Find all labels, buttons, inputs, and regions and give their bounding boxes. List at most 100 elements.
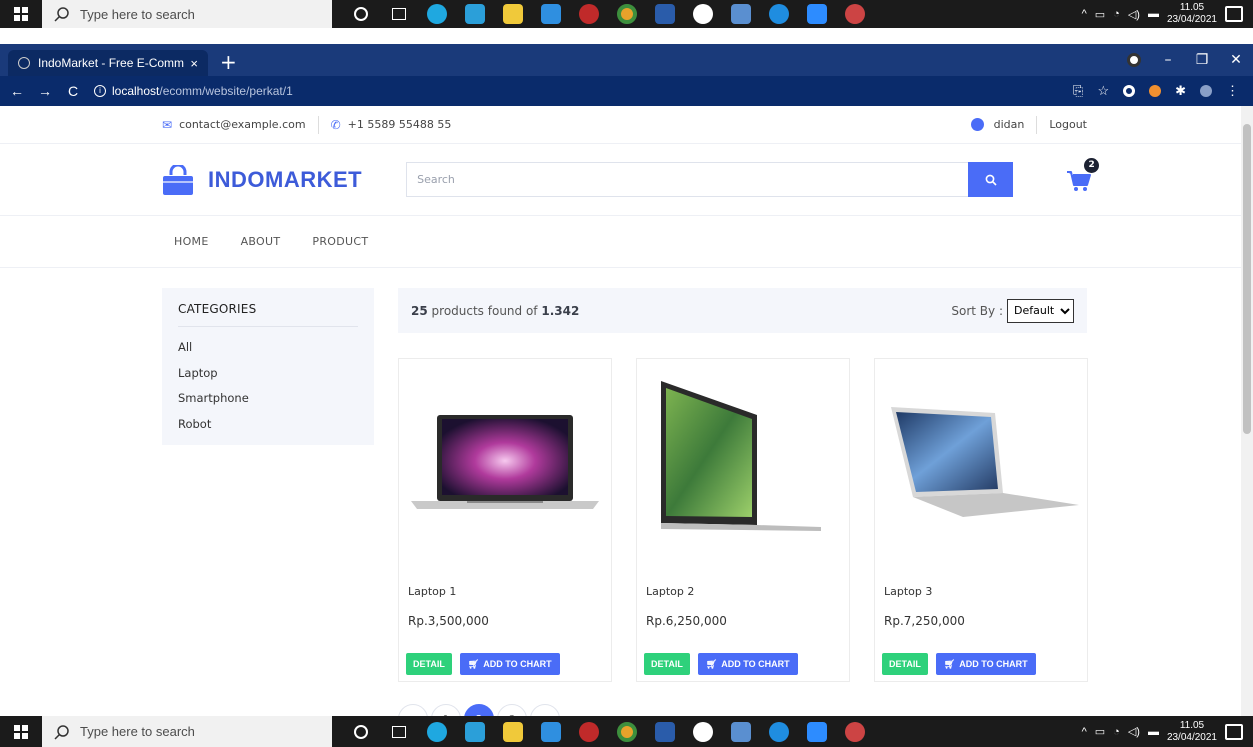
product-image[interactable] [407,375,603,550]
restore-button[interactable]: ❐ [1185,44,1219,76]
scrollbar-thumb[interactable] [1243,124,1251,434]
taskbar-search[interactable]: Type here to search [42,716,332,747]
snipping-tool-icon[interactable] [841,0,869,28]
taskbar-search[interactable]: Type here to search [42,0,332,28]
address-bar[interactable]: i localhost/ecomm/website/perkat/1 [94,84,293,98]
username[interactable]: didan [994,118,1025,131]
add-to-cart-button[interactable]: 🛒︎ ADD TO CHART [697,653,798,675]
vscode-icon[interactable] [537,718,565,746]
taskbar-clock[interactable]: 11.05 23/04/2021 [1167,720,1217,744]
file-explorer-icon[interactable] [499,0,527,28]
pagination-page[interactable]: 3 [497,704,527,716]
app-red-icon[interactable] [575,718,603,746]
site-info-icon[interactable]: i [94,85,106,97]
pagination-next[interactable]: › [530,704,560,716]
product-name[interactable]: Laptop 3 [884,585,932,598]
tab-close-button[interactable]: × [190,56,198,71]
menu-item-product[interactable]: PRODUCT [312,235,368,248]
tray-battery-icon[interactable]: ▭ [1095,725,1105,738]
start-button[interactable] [0,716,42,747]
menu-item-about[interactable]: ABOUT [241,235,281,248]
forward-icon[interactable]: → [34,83,56,99]
cortana-icon[interactable] [347,718,375,746]
site-logo[interactable]: INDOMARKET [162,164,362,195]
new-tab-button[interactable]: + [220,50,237,76]
pagination-page[interactable]: 1 [431,704,461,716]
word-icon[interactable] [651,0,679,28]
category-item-all[interactable]: All [178,335,358,361]
notification-icon[interactable] [1225,6,1243,22]
app-blue-icon[interactable] [765,718,793,746]
category-item-laptop[interactable]: Laptop [178,361,358,387]
tray-volume-icon[interactable]: ◁) [1128,8,1140,21]
tray-chevron-icon[interactable]: ^ [1082,726,1087,738]
page-scrollbar[interactable] [1241,106,1253,716]
file-explorer-icon[interactable] [499,718,527,746]
menu-item-home[interactable]: HOME [174,235,209,248]
contact-phone[interactable]: +1 5589 55488 55 [348,118,452,131]
reload-icon[interactable]: C [62,83,84,99]
mail-icon[interactable] [461,0,489,28]
extensions-puzzle-icon[interactable]: ✱ [1175,83,1186,99]
category-item-robot[interactable]: Robot [178,412,358,438]
product-name[interactable]: Laptop 2 [646,585,694,598]
app-white-icon[interactable] [689,0,717,28]
detail-button[interactable]: DETAIL [644,653,690,675]
add-to-cart-button[interactable]: 🛒︎ ADD TO CHART [459,653,560,675]
category-item-smartphone[interactable]: Smartphone [178,386,358,412]
logout-link[interactable]: Logout [1049,118,1087,131]
app-blue-icon[interactable] [765,0,793,28]
tray-keyboard-icon[interactable]: ▬ [1148,726,1159,738]
detail-button[interactable]: DETAIL [882,653,928,675]
product-image[interactable] [883,375,1079,550]
extension-icon[interactable] [1123,85,1136,97]
sort-select[interactable]: Default [1007,298,1074,323]
app-notes-icon[interactable] [727,0,755,28]
profile-icon[interactable] [1117,44,1151,76]
taskbar-clock[interactable]: 11.05 23/04/2021 [1167,2,1217,26]
browser-tab[interactable]: IndoMarket - Free E-Commerce \ × [8,50,208,76]
mail-icon[interactable] [461,718,489,746]
edge-icon[interactable] [423,718,451,746]
snipping-tool-icon[interactable] [841,718,869,746]
extension-orange-icon[interactable] [1149,85,1162,97]
chrome-icon[interactable] [613,0,641,28]
app-white-icon[interactable] [689,718,717,746]
pagination-page-active[interactable]: 2 [464,704,494,716]
notification-icon[interactable] [1225,723,1243,740]
cortana-icon[interactable] [347,0,375,28]
minimize-button[interactable]: – [1151,44,1185,76]
browser-menu-icon[interactable]: ⋮ [1226,83,1239,99]
tray-volume-icon[interactable]: ◁) [1128,725,1140,738]
start-button[interactable] [0,0,42,28]
task-view-icon[interactable] [385,0,413,28]
task-view-icon[interactable] [385,718,413,746]
word-icon[interactable] [651,718,679,746]
app-red-icon[interactable] [575,0,603,28]
close-window-button[interactable]: ✕ [1219,44,1253,76]
add-to-cart-button[interactable]: 🛒︎ ADD TO CHART [935,653,1036,675]
tray-battery-icon[interactable]: ▭ [1095,8,1105,21]
tray-keyboard-icon[interactable]: ▬ [1148,8,1159,20]
zoom-icon[interactable] [803,718,831,746]
back-icon[interactable]: ← [6,83,28,99]
product-name[interactable]: Laptop 1 [408,585,456,598]
edge-icon[interactable] [423,0,451,28]
bookmark-star-icon[interactable]: ☆ [1097,83,1109,99]
translate-icon[interactable]: ⎘ [1073,83,1083,99]
tray-wifi-icon[interactable]: ◔ [1113,726,1120,738]
tray-wifi-icon[interactable]: ◔ [1113,8,1120,20]
chrome-icon[interactable] [613,718,641,746]
app-notes-icon[interactable] [727,718,755,746]
product-image[interactable] [645,375,841,550]
cart-button[interactable]: 2 [1065,157,1100,194]
contact-email[interactable]: contact@example.com [179,118,306,131]
pagination-prev[interactable]: ‹ [398,704,428,716]
profile-avatar-icon[interactable] [1200,85,1212,97]
tray-chevron-icon[interactable]: ^ [1082,8,1087,20]
search-button[interactable] [968,162,1014,197]
vscode-icon[interactable] [537,0,565,28]
search-input[interactable] [406,162,969,197]
detail-button[interactable]: DETAIL [406,653,452,675]
zoom-icon[interactable] [803,0,831,28]
